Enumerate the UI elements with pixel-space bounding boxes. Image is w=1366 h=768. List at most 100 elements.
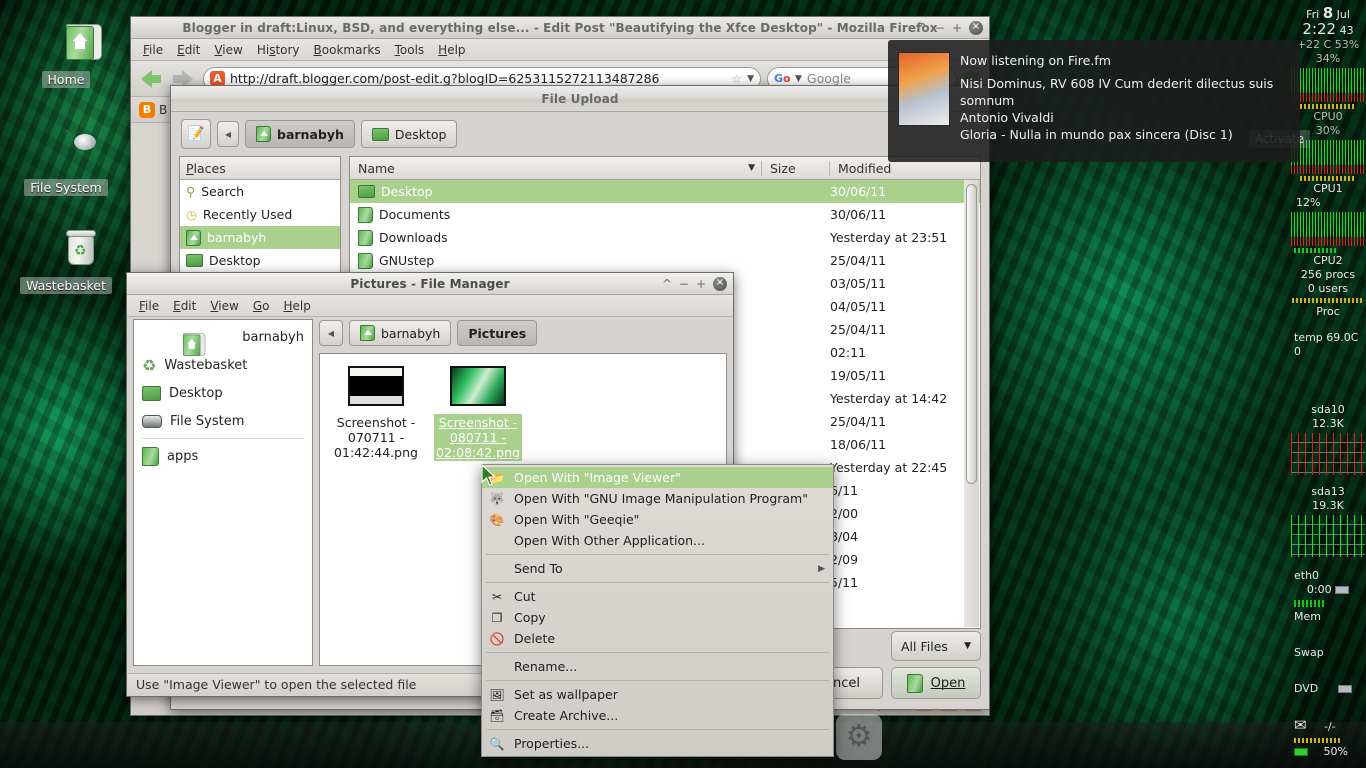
menu-file[interactable]: File	[133, 297, 165, 315]
firefox-window-buttons[interactable]: ^ − + ×	[918, 17, 983, 39]
context-menu-item[interactable]: 🔍 Properties...	[482, 733, 833, 754]
sidebar-item-barnabyh[interactable]: barnabyh	[134, 323, 312, 356]
minimize-icon[interactable]: −	[679, 278, 689, 290]
place-label: Recently Used	[202, 207, 293, 222]
context-menu-item[interactable]: ❐ Copy	[482, 607, 833, 628]
file-list-scrollbar[interactable]	[964, 180, 979, 627]
table-row[interactable]: GNUstep 25/04/11	[350, 249, 980, 272]
maximize-icon[interactable]: +	[952, 22, 962, 34]
file-item[interactable]: Screenshot - 070711 - 01:42:44.png	[332, 366, 420, 461]
minimize-icon[interactable]: −	[935, 22, 945, 34]
menu-edit[interactable]: Edit	[171, 41, 206, 59]
thunar-title: Pictures - File Manager	[350, 276, 510, 291]
file-modified-cell: 25/04/11	[830, 322, 887, 337]
sidebar-item-wastebasket[interactable]: ♻ Wastebasket	[134, 351, 312, 379]
place-desktop[interactable]: Desktop	[180, 249, 340, 272]
table-row[interactable]: Downloads Yesterday at 23:51	[350, 226, 980, 249]
file-modified-cell: 6/11	[830, 483, 859, 498]
context-menu-item[interactable]: 📂 Open With "Image Viewer"	[482, 467, 833, 488]
sidebar-item-desktop[interactable]: Desktop	[134, 379, 312, 407]
menu-help[interactable]: Help	[277, 297, 316, 315]
table-row[interactable]: Documents 30/06/11	[350, 203, 980, 226]
notification-popup[interactable]: Now listening on Fire.fm Nisi Dominus, R…	[888, 40, 1300, 162]
thunar-sidebar[interactable]: barnabyh ♻ Wastebasket Desktop File Syst…	[133, 319, 313, 666]
path-scroll-left-button[interactable]: ◀	[217, 121, 239, 147]
thunar-titlebar[interactable]: Pictures - File Manager ^ − + ×	[127, 273, 733, 295]
upload-titlebar[interactable]: File Upload	[171, 86, 989, 112]
volume-row: 50%	[1290, 745, 1366, 759]
place-search[interactable]: ⚲ Search	[180, 180, 340, 203]
battery-percent: 53%	[1334, 38, 1360, 51]
place-recently-used[interactable]: ◷ Recently Used	[180, 203, 340, 226]
desktop-icon-home[interactable]: Home	[18, 22, 114, 88]
thunar-window-buttons[interactable]: ^ − + ×	[662, 273, 727, 295]
file-name-text: Documents	[379, 207, 451, 222]
settings-button[interactable]: ⚙	[836, 714, 882, 760]
close-icon[interactable]: ×	[969, 21, 983, 35]
upload-title: File Upload	[541, 91, 619, 106]
file-list-header[interactable]: Name ▼ Size Modified	[350, 157, 980, 180]
menu-edit[interactable]: Edit	[167, 297, 202, 315]
column-header-name[interactable]: Name ▼	[350, 160, 762, 176]
file-name-cell: GNUstep	[350, 252, 762, 269]
google-icon: Go	[774, 71, 791, 85]
menu-view[interactable]: View	[208, 41, 248, 59]
context-menu-item[interactable]: 🎨 Open With "Geeqie"	[482, 509, 833, 530]
maximize-icon[interactable]: +	[696, 278, 706, 290]
column-header-size[interactable]: Size	[762, 160, 830, 176]
file-filter-combo[interactable]: All Files ▼	[891, 631, 981, 661]
file-modified-cell: Yesterday at 14:42	[830, 391, 948, 406]
chevron-down-icon[interactable]: ▼	[747, 74, 754, 84]
context-menu-item[interactable]: Open With Other Application...	[482, 530, 833, 551]
context-menu[interactable]: 📂 Open With "Image Viewer" 🐺 Open With "GNU…	[481, 464, 834, 757]
thunar-breadcrumb[interactable]: ◀ barnabyh Pictures	[319, 319, 727, 347]
context-menu-item[interactable]: 🗃 Create Archive...	[482, 705, 833, 726]
menu-help[interactable]: Help	[432, 41, 471, 59]
shade-icon[interactable]: ^	[662, 278, 672, 290]
context-menu-item[interactable]: 🚫 Delete	[482, 628, 833, 649]
no-icon	[488, 561, 506, 577]
home-folder-icon	[360, 325, 375, 341]
menu-go[interactable]: Go	[247, 297, 276, 315]
bookmark-item[interactable]: B B	[139, 101, 167, 118]
firefox-menubar[interactable]: File Edit View History Bookmarks Tools H…	[131, 39, 989, 61]
context-menu-item[interactable]: Send To ▶	[482, 558, 833, 579]
menu-tools[interactable]: Tools	[389, 41, 431, 59]
context-menu-item[interactable]: ✂ Cut	[482, 586, 833, 607]
scrollbar-thumb[interactable]	[966, 184, 977, 484]
place-barnabyh[interactable]: barnabyh	[180, 226, 340, 249]
table-row[interactable]: Desktop 30/06/11	[350, 180, 980, 203]
desktop-icon-file-system[interactable]: File System	[18, 130, 114, 196]
close-icon[interactable]: ×	[713, 277, 727, 291]
path-button-desktop[interactable]: Desktop	[360, 120, 458, 148]
chevron-down-icon[interactable]: ▼	[795, 74, 802, 84]
column-header-modified[interactable]: Modified	[830, 161, 980, 176]
menu-view[interactable]: View	[204, 297, 244, 315]
place-label: Search	[201, 184, 245, 199]
desktop-icon-wastebasket[interactable]: ♻ Wastebasket	[18, 228, 114, 294]
breadcrumb-barnabyh[interactable]: barnabyh	[349, 320, 452, 346]
thunar-menubar[interactable]: File Edit View Go Help	[127, 295, 733, 317]
breadcrumb-pictures[interactable]: Pictures	[457, 320, 538, 346]
sidebar-item-file-system[interactable]: File System	[134, 407, 312, 435]
context-menu-item[interactable]: Rename...	[482, 656, 833, 677]
sidebar-item-apps[interactable]: apps	[134, 442, 312, 470]
notification-album: Gloria - Nulla in mundo pax sincera (Dis…	[960, 127, 1233, 142]
upload-path-toolbar[interactable]: 📝 ◀ barnabyh Desktop	[171, 112, 989, 156]
no-icon	[488, 533, 506, 549]
location-toggle-button[interactable]: 📝	[181, 119, 211, 149]
breadcrumb-scroll-left-button[interactable]: ◀	[319, 320, 343, 346]
open-button[interactable]: Open	[891, 667, 981, 699]
shade-icon[interactable]: ^	[918, 22, 928, 34]
path-button-barnabyh[interactable]: barnabyh	[245, 120, 355, 148]
clock-time: 2:22 43	[1290, 22, 1366, 38]
menu-history[interactable]: History	[251, 41, 306, 59]
menu-bookmarks[interactable]: Bookmarks	[308, 41, 387, 59]
back-button[interactable]	[139, 66, 165, 92]
context-menu-item[interactable]: 🐺 Open With "GNU Image Manipulation Progr…	[482, 488, 833, 509]
menu-file[interactable]: File	[137, 41, 169, 59]
file-item[interactable]: Screenshot - 080711 - 02:08:42.png	[434, 366, 522, 461]
context-menu-item[interactable]: 🖼 Set as wallpaper	[482, 684, 833, 705]
firefox-titlebar[interactable]: Blogger in draft:Linux, BSD, and everyth…	[131, 17, 989, 39]
bookmark-star-icon[interactable]: ☆	[731, 72, 742, 86]
